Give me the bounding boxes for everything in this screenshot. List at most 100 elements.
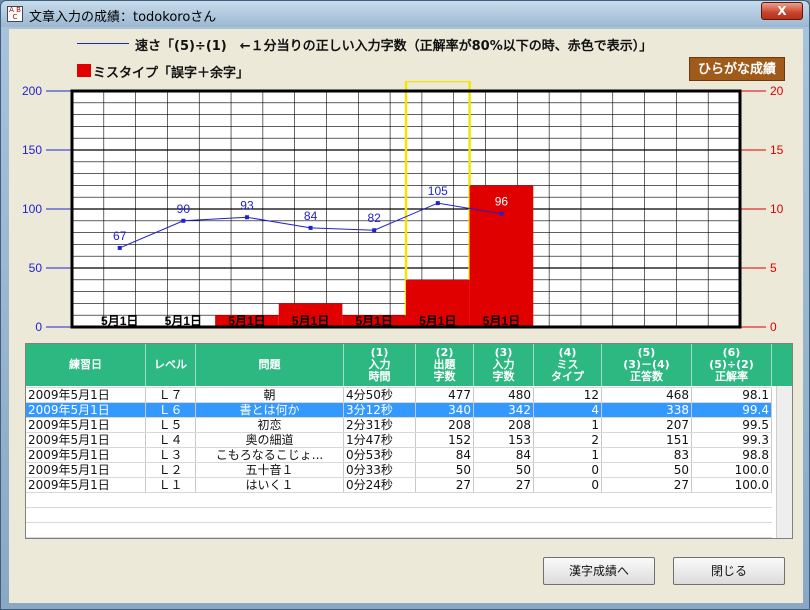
title-bar[interactable]: A B C 文章入力の成績：todokoroさん X: [1, 1, 809, 27]
right-axis-tick-label: 15: [770, 143, 784, 157]
table-cell: Ｌ３: [146, 448, 196, 462]
table-cell: 1分47秒: [344, 433, 416, 447]
table-cell: 84: [474, 448, 534, 462]
table-cell: 初恋: [196, 418, 344, 432]
miss-legend-swatch: [77, 64, 91, 77]
table-gridline: [26, 417, 772, 418]
table-row[interactable]: 2009年5月1日 Ｌ２ 五十音１ 0分33秒 50 50 0 50 100.0: [26, 463, 772, 477]
column-header[interactable]: レベル: [146, 344, 196, 386]
speed-point: [372, 228, 377, 233]
table-cell: 50: [602, 463, 692, 477]
miss-legend-label: ミスタイプ「誤字＋余字」: [93, 66, 250, 81]
speed-data-label: 84: [304, 209, 318, 223]
table-cell: 84: [416, 448, 474, 462]
table-cell: 100.0: [692, 463, 772, 477]
table-scrollbar[interactable]: [776, 386, 792, 538]
table-cell: Ｌ４: [146, 433, 196, 447]
table-cell: こもろなるこじょ...: [196, 448, 344, 462]
table-cell: 338: [602, 403, 692, 417]
table-row[interactable]: 2009年5月1日 Ｌ３ こもろなるこじょ... 0分53秒 84 84 1 83 98.8: [26, 448, 772, 462]
table-cell: 4分50秒: [344, 388, 416, 402]
table-gridline: [26, 477, 772, 478]
window-title: 文章入力の成績：todokoroさん: [29, 10, 217, 25]
speed-data-label: 67: [113, 229, 127, 243]
speed-data-label: 93: [240, 198, 254, 212]
table-cell: 98.8: [692, 448, 772, 462]
table-cell: 2分31秒: [344, 418, 416, 432]
left-axis-tick-label: 50: [29, 261, 43, 275]
column-header[interactable]: (4) ミス タイプ: [534, 344, 602, 386]
table-cell: 4: [534, 403, 602, 417]
table-cell: 208: [474, 418, 534, 432]
left-axis-tick-label: 100: [22, 202, 42, 216]
column-header[interactable]: (3) 入力 字数: [474, 344, 534, 386]
table-cell: 50: [474, 463, 534, 477]
table-cell: 朝: [196, 388, 344, 402]
table-cell: 477: [416, 388, 474, 402]
table-gridline: [26, 492, 772, 493]
table-cell: 99.3: [692, 433, 772, 447]
left-axis-tick-label: 200: [22, 84, 42, 98]
table-cell: 2: [534, 433, 602, 447]
table-row[interactable]: 2009年5月1日 Ｌ１ はいく１ 0分24秒 27 27 0 27 100.0: [26, 478, 772, 492]
right-axis-tick-label: 10: [770, 202, 784, 216]
table-row[interactable]: 2009年5月1日 Ｌ６ 書とは何か 3分12秒 340 342 4 338 99.4: [26, 403, 772, 417]
right-axis-tick-label: 20: [770, 84, 784, 98]
table-cell: 書とは何か: [196, 403, 344, 417]
table-cell: 83: [602, 448, 692, 462]
table-header: 練習日 レベル 問題 (1) 入力 時間 (2) 出題 字数 (3) 入力 字数 (4) ミ…: [26, 344, 792, 386]
column-header[interactable]: (2) 出題 字数: [416, 344, 474, 386]
table-cell: Ｌ７: [146, 388, 196, 402]
kanji-results-button[interactable]: 漢字成績へ: [543, 557, 655, 585]
table-cell: 五十音１: [196, 463, 344, 477]
table-cell: 207: [602, 418, 692, 432]
speed-data-label: 96: [495, 195, 509, 209]
table-cell: 2009年5月1日: [26, 478, 146, 492]
column-header[interactable]: (1) 入力 時間: [344, 344, 416, 386]
table-cell: 0分24秒: [344, 478, 416, 492]
table-row[interactable]: 2009年5月1日 Ｌ７ 朝 4分50秒 477 480 12 468 98.1: [26, 388, 772, 402]
column-header[interactable]: 練習日: [26, 344, 146, 386]
table-cell: 468: [602, 388, 692, 402]
table-cell: 50: [416, 463, 474, 477]
speed-data-label: 82: [368, 211, 382, 225]
speed-data-label: 90: [177, 202, 191, 216]
table-gridline: [26, 447, 772, 448]
table-cell: 0分53秒: [344, 448, 416, 462]
column-header[interactable]: 問題: [196, 344, 344, 386]
table-cell: 12: [534, 388, 602, 402]
table-cell: 2009年5月1日: [26, 448, 146, 462]
left-axis-tick-label: 0: [35, 320, 42, 331]
speed-point: [499, 211, 504, 216]
close-window-button[interactable]: X: [761, 2, 803, 20]
close-button[interactable]: 閉じる: [673, 557, 785, 585]
table-cell: 27: [602, 478, 692, 492]
table-cell: 342: [474, 403, 534, 417]
results-chart: 050100150200051015206790 9384 82105965月1日 5…: [22, 81, 784, 331]
table-row[interactable]: 2009年5月1日 Ｌ５ 初恋 2分31秒 208 208 1 207 99.5: [26, 418, 772, 432]
table-cell: 100.0: [692, 478, 772, 492]
table-cell: Ｌ６: [146, 403, 196, 417]
table-cell: 2009年5月1日: [26, 403, 146, 417]
table-row[interactable]: 2009年5月1日 Ｌ４ 奥の細道 1分47秒 152 153 2 151 99.3: [26, 433, 772, 447]
table-cell: 152: [416, 433, 474, 447]
table-cell: 27: [474, 478, 534, 492]
table-gridline: [26, 507, 772, 508]
table-cell: 3分12秒: [344, 403, 416, 417]
table-cell: 2009年5月1日: [26, 418, 146, 432]
speed-legend-line: [77, 43, 129, 44]
left-axis-tick-label: 150: [22, 143, 42, 157]
hiragana-results-button[interactable]: ひらがな成績: [689, 57, 785, 81]
table-cell: 480: [474, 388, 534, 402]
results-table: 練習日 レベル 問題 (1) 入力 時間 (2) 出題 字数 (3) 入力 字数 (4) ミ…: [25, 343, 793, 539]
speed-point: [435, 201, 440, 206]
table-cell: 1: [534, 418, 602, 432]
table-cell: Ｌ１: [146, 478, 196, 492]
column-header[interactable]: (5) (3)－(4) 正答数: [602, 344, 692, 386]
table-gridline: [26, 387, 772, 388]
table-cell: 151: [602, 433, 692, 447]
column-header[interactable]: (6) (5)÷(2) 正解率: [692, 344, 772, 386]
speed-point: [244, 215, 249, 220]
table-cell: 奥の細道: [196, 433, 344, 447]
speed-point: [308, 225, 313, 230]
